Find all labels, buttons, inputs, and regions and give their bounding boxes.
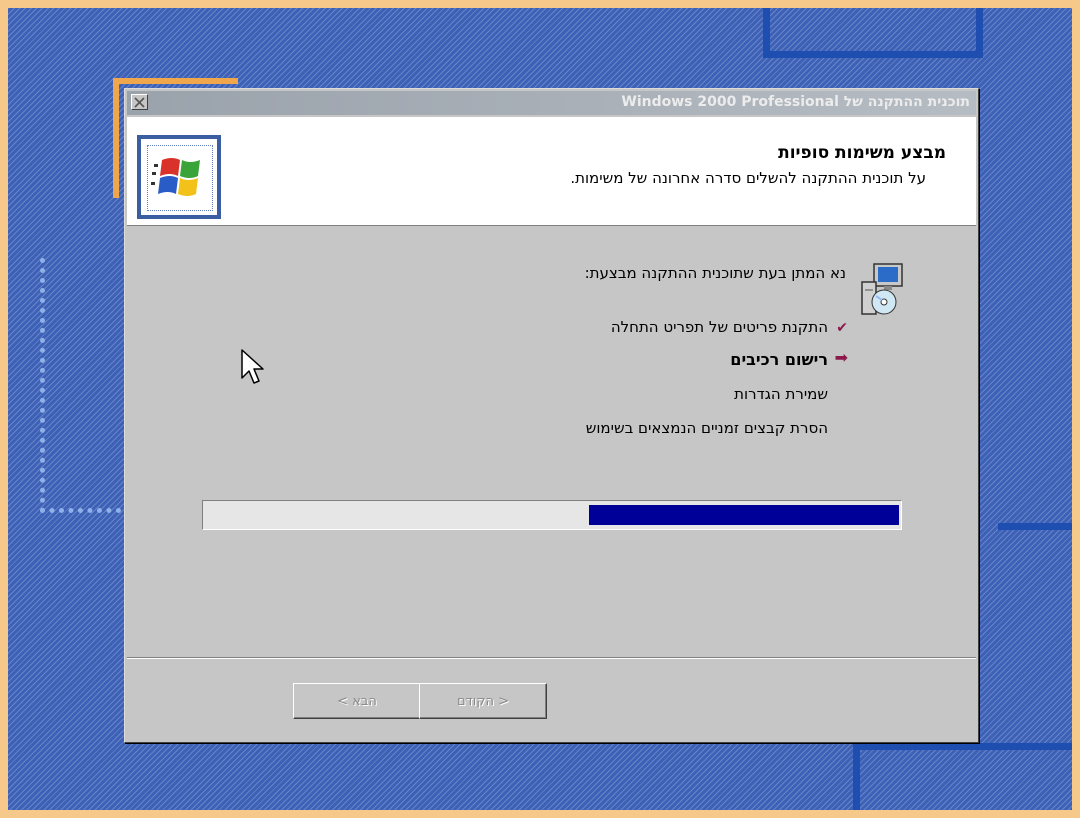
task-item: שמירת הגדרות (734, 385, 828, 403)
progress-fill (588, 505, 899, 525)
window-title: תוכנית ההתקנה של Windows 2000 Profession… (621, 94, 970, 110)
windows-logo (137, 135, 221, 219)
checkmark-icon: ✔ (836, 320, 848, 336)
title-bar[interactable]: תוכנית ההתקנה של Windows 2000 Profession… (127, 91, 976, 115)
wizard-content: נא המתן בעת שתוכנית ההתקנה מבצעת: ✔ התקנ… (127, 226, 976, 656)
wizard-header: מבצע משימות סופיות על תוכנית ההתקנה להשל… (127, 117, 976, 226)
back-button[interactable]: < הקודם (419, 683, 547, 719)
task-item-current: רישום רכיבים (730, 350, 828, 369)
close-icon (134, 97, 145, 108)
next-button[interactable]: הבא > (293, 683, 421, 719)
setup-dialog: תוכנית ההתקנה של Windows 2000 Profession… (124, 88, 979, 743)
computer-cd-install-icon (861, 263, 903, 315)
logo-frame (147, 145, 213, 211)
wait-message: נא המתן בעת שתוכנית ההתקנה מבצעת: (584, 264, 846, 282)
arrow-icon: ➡ (834, 348, 848, 367)
desktop-decoration (763, 8, 983, 58)
task-item: התקנת פריטים של תפריט התחלה (610, 318, 828, 336)
progress-bar (202, 500, 902, 530)
footer-divider (127, 657, 976, 659)
desktop-decoration (998, 523, 1072, 530)
windows-logo-icon (151, 158, 200, 196)
page-subtitle: על תוכנית ההתקנה להשלים סדרה אחרונה של מ… (570, 169, 926, 187)
close-button[interactable] (131, 94, 148, 110)
desktop-decoration (853, 743, 1072, 810)
page-title: מבצע משימות סופיות (778, 143, 946, 163)
task-item: הסרת קבצים זמניים הנמצאים בשימוש (585, 419, 828, 437)
mouse-cursor-icon (241, 349, 264, 384)
